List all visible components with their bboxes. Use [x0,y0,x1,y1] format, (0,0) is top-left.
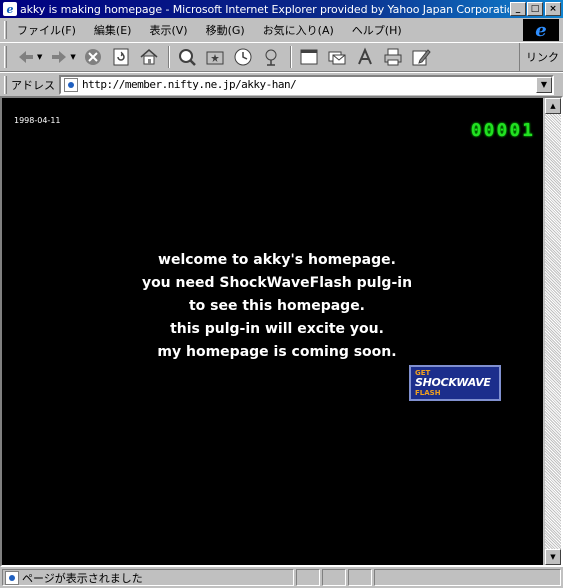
home-icon [140,49,158,65]
forward-button[interactable] [46,45,72,69]
status-zone-pane [374,569,561,586]
back-dropdown[interactable]: ▼ [37,53,42,61]
title-bar: e akky is making homepage - Microsoft In… [0,0,563,18]
font-icon [357,47,372,65]
back-icon [19,51,33,63]
history-icon [234,48,252,66]
address-input[interactable]: http://member.nifty.ne.jp/akky-han/ ▼ [59,74,554,95]
address-dropdown-button[interactable]: ▼ [536,76,552,93]
counter-digit: 0 [496,120,508,141]
badge-shockwave: SHOCKWAVE [415,376,491,389]
favorites-icon [206,51,224,65]
minimize-button[interactable]: _ [510,2,526,16]
mail-icon [328,51,346,65]
address-url[interactable]: http://member.nifty.ne.jp/akky-han/ [82,78,297,91]
welcome-line: to see this homepage. [188,298,366,314]
browser-viewport: 1998-04-11 0 0 0 0 1 welcome to akky's h… [0,96,563,567]
favorites-button[interactable] [202,45,228,69]
fullscreen-button[interactable] [296,45,322,69]
refresh-icon [113,48,129,66]
welcome-message: welcome to akky's homepage. you need Sho… [2,249,552,364]
get-shockwave-flash-link[interactable]: GET SHOCKWAVE FLASH [409,365,501,401]
search-icon [178,49,196,66]
address-bar: アドレス http://member.nifty.ne.jp/akky-han/… [0,72,563,96]
ie-throbber-logo: e [523,19,559,41]
counter-digit: 0 [470,120,482,141]
status-bar: ページが表示されました [0,567,563,588]
counter-digit: 1 [522,120,533,141]
stop-icon [84,49,101,65]
page-content: 1998-04-11 0 0 0 0 1 welcome to akky's h… [2,98,543,565]
maximize-button[interactable]: □ [527,2,543,16]
mail-button[interactable] [324,45,350,69]
welcome-line: you need ShockWaveFlash pulg-in [141,275,413,291]
standard-toolbar: ▼ ▼ リンク [0,42,563,72]
badge-flash: FLASH [415,389,441,397]
menu-bar: ファイル(F) 編集(E) 表示(V) 移動(G) お気に入り(A) ヘルプ(H… [0,18,563,42]
welcome-line: my homepage is coming soon. [157,344,397,360]
channels-icon [265,49,277,66]
ie-app-icon[interactable]: e [3,2,17,16]
history-button[interactable] [230,45,256,69]
status-pane [348,569,372,586]
window-title: akky is making homepage - Microsoft Inte… [20,2,509,16]
status-page-icon [5,570,19,585]
status-pane [296,569,320,586]
font-button[interactable] [352,45,378,69]
forward-dropdown[interactable]: ▼ [70,53,75,61]
links-toolbar-label[interactable]: リンク [519,43,563,71]
fullscreen-icon [300,49,318,65]
vertical-scrollbar[interactable]: ▲ ▼ [545,98,561,565]
counter-digit: 0 [483,120,495,141]
home-button[interactable] [136,45,162,69]
edit-button[interactable] [408,45,434,69]
menu-go[interactable]: 移動(G) [200,22,251,38]
scroll-up-button[interactable]: ▲ [545,98,561,114]
menu-edit[interactable]: 編集(E) [88,22,138,38]
menu-favorites[interactable]: お気に入り(A) [257,22,340,38]
print-button[interactable] [380,45,406,69]
menu-help[interactable]: ヘルプ(H) [346,22,408,38]
address-label: アドレス [11,78,55,92]
toolbar-grip[interactable] [4,46,7,68]
toolbar-separator [167,46,170,68]
address-grip[interactable] [4,75,7,94]
channels-button[interactable] [258,45,284,69]
refresh-button[interactable] [108,45,134,69]
edit-icon [412,49,431,66]
search-button[interactable] [174,45,200,69]
back-button[interactable] [13,45,39,69]
welcome-line: this pulg-in will excite you. [170,321,384,337]
welcome-line: welcome to akky's homepage. [158,252,396,268]
scroll-down-button[interactable]: ▼ [545,549,561,565]
forward-icon [52,51,67,63]
page-date: 1998-04-11 [14,116,61,125]
close-button[interactable]: × [545,2,561,16]
menu-view[interactable]: 表示(V) [143,22,193,38]
toolbar-separator [289,46,292,68]
counter-digit: 0 [509,120,521,141]
stop-button[interactable] [80,45,106,69]
menu-grip[interactable] [4,21,7,39]
menu-file[interactable]: ファイル(F) [11,22,82,38]
status-text: ページが表示されました [22,571,143,585]
page-icon [64,77,78,92]
visitor-counter: 0 0 0 0 1 [471,120,533,141]
status-pane [322,569,346,586]
print-icon [384,48,402,66]
status-main-pane: ページが表示されました [2,569,294,586]
